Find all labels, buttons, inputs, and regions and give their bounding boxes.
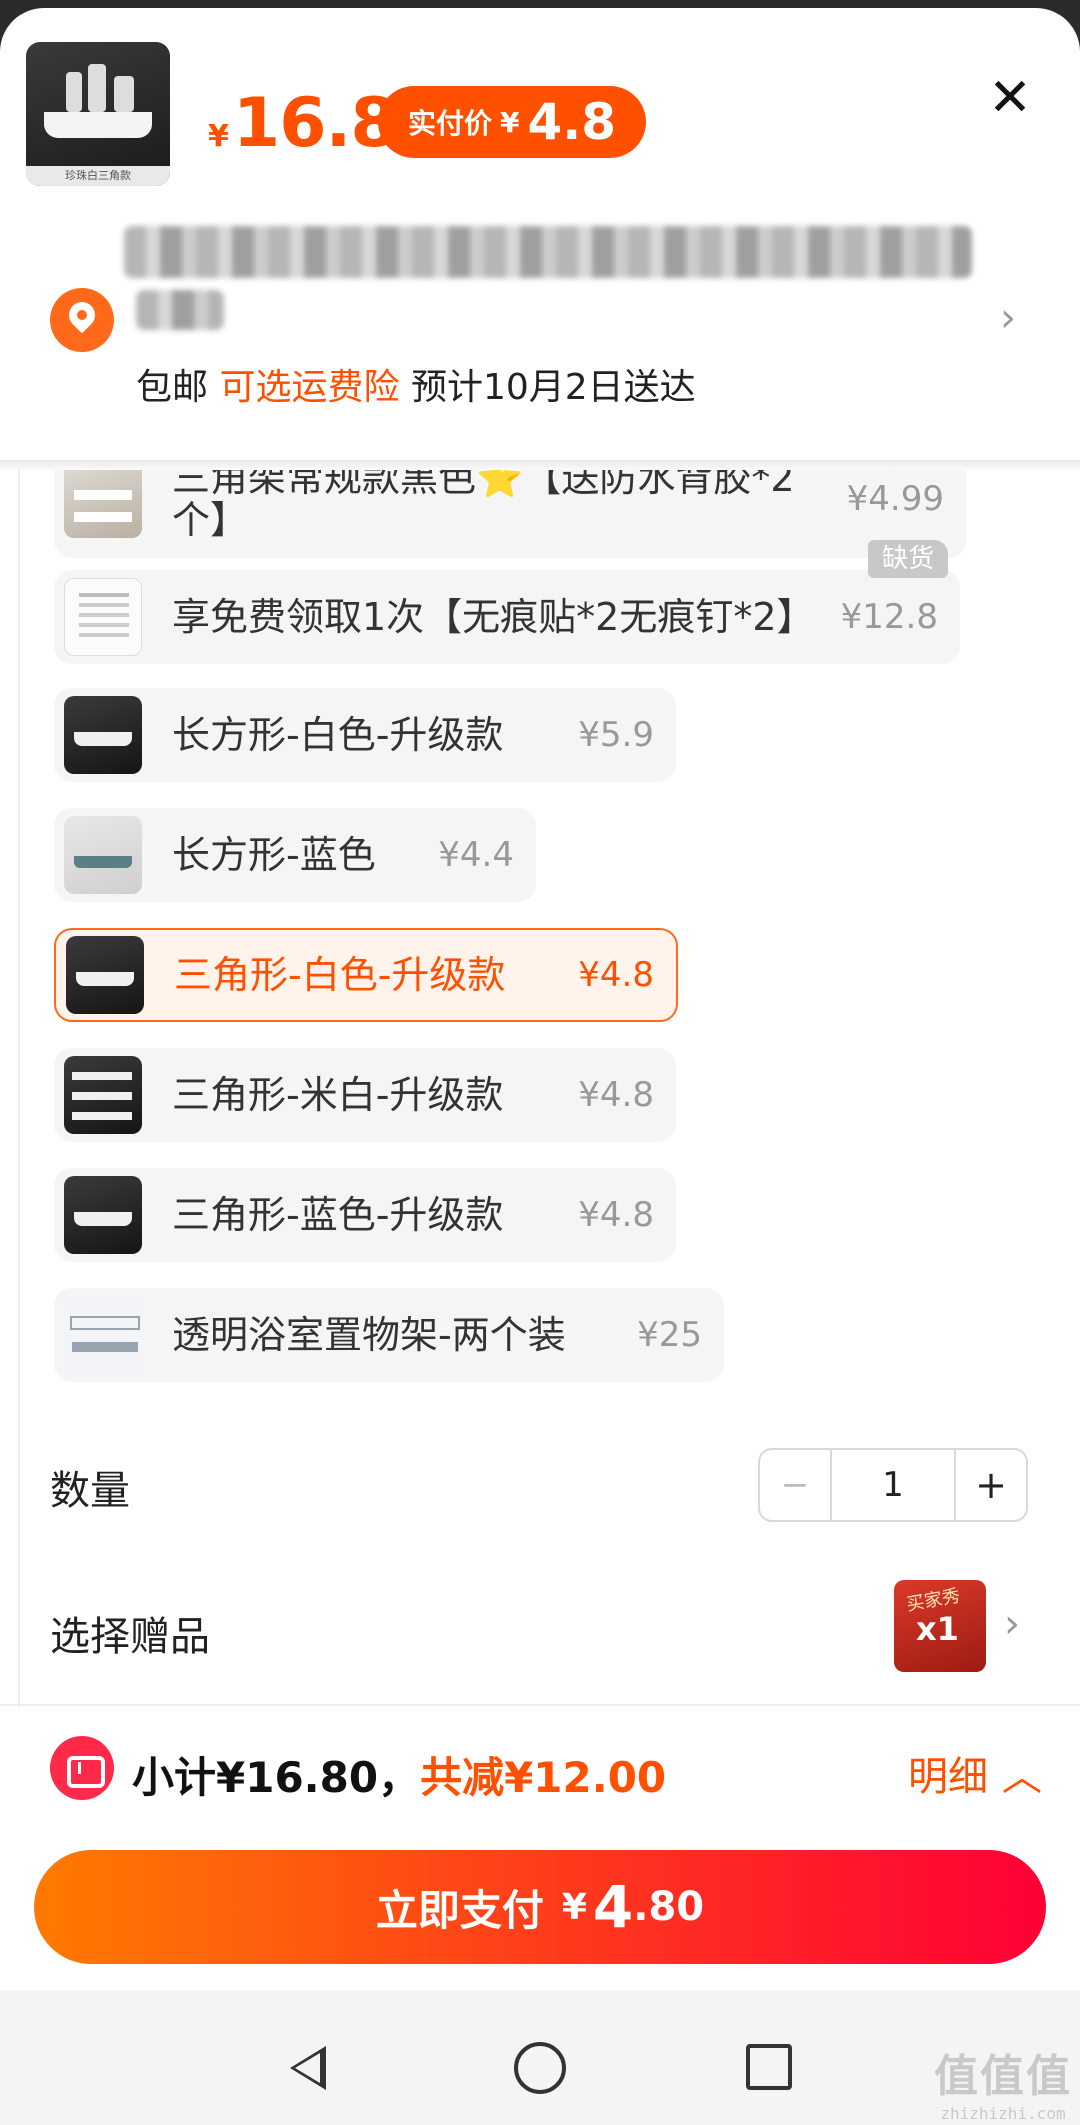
close-icon[interactable]: ✕ bbox=[980, 68, 1040, 128]
sku-thumbnail bbox=[64, 470, 142, 538]
detail-label: 明细 bbox=[908, 1754, 988, 1800]
quantity-stepper: − 1 + bbox=[758, 1448, 1028, 1522]
sku-thumbnail bbox=[64, 816, 142, 894]
watermark: 值值值 zhizhizhi.com bbox=[928, 2040, 1078, 2123]
sku-price: ¥4.8 bbox=[578, 955, 654, 995]
pay-button-label: 立即支付 bbox=[375, 1885, 544, 1935]
sku-name: 三角架常规款黑色⭐【送防水背胶*2个】 bbox=[172, 470, 795, 542]
out-of-stock-badge: 缺货 bbox=[868, 540, 949, 578]
sku-option[interactable]: 三角架常规款黑色⭐【送防水背胶*2个】 ¥4.99 bbox=[54, 470, 966, 558]
sku-price: ¥4.8 bbox=[578, 1075, 654, 1115]
location-pin-icon bbox=[50, 288, 114, 352]
sku-option[interactable]: 长方形-白色-升级款 ¥5.9 bbox=[54, 688, 676, 782]
sku-option[interactable]: 长方形-蓝色 ¥4.4 bbox=[54, 808, 536, 902]
pay-button-amount-int: 4 bbox=[592, 1873, 634, 1941]
discount-amount: 共减¥12.00 bbox=[420, 1753, 667, 1802]
sku-option-selected[interactable]: 三角形-白色-升级款 ¥4.8 bbox=[54, 928, 678, 1022]
actual-price-label: 实付价 bbox=[408, 107, 493, 140]
sku-thumbnail bbox=[64, 1296, 142, 1374]
thumbnail-caption: 珍珠白三角款 bbox=[65, 169, 131, 182]
sku-thumbnail bbox=[64, 578, 142, 656]
sku-name: 三角形-白色-升级款 bbox=[174, 953, 506, 997]
sku-list[interactable]: 三角架常规款黑色⭐【送防水背胶*2个】 ¥4.99 享免费领取1次【无痕贴*2无… bbox=[18, 470, 1080, 1708]
sku-name: 三角形-蓝色-升级款 bbox=[172, 1193, 504, 1237]
shipping-info: 包邮 可选运费险 预计10月2日送达 bbox=[136, 358, 696, 410]
increase-button[interactable]: + bbox=[954, 1450, 1026, 1520]
sku-name: 长方形-蓝色 bbox=[172, 833, 376, 877]
pay-button-currency: ¥ bbox=[561, 1886, 587, 1928]
sku-thumbnail bbox=[64, 1056, 142, 1134]
shipping-insurance-link[interactable]: 可选运费险 bbox=[219, 367, 399, 408]
sku-thumbnail bbox=[64, 1176, 142, 1254]
sku-price: ¥4.4 bbox=[438, 835, 514, 875]
subtotal-amount: 小计¥16.80， bbox=[132, 1753, 421, 1802]
quantity-input[interactable]: 1 bbox=[832, 1450, 954, 1520]
gift-thumbnail[interactable]: 买家秀 x1 bbox=[894, 1580, 986, 1672]
actual-price-currency: ¥ bbox=[500, 105, 520, 139]
recents-nav-icon[interactable] bbox=[746, 2044, 792, 2090]
back-nav-icon[interactable] bbox=[290, 2046, 326, 2090]
gift-chevron-icon[interactable]: › bbox=[1004, 1604, 1020, 1644]
sku-price: ¥5.9 bbox=[578, 715, 654, 755]
coupon-icon bbox=[50, 1736, 114, 1800]
sku-option[interactable]: 三角形-米白-升级款 ¥4.8 bbox=[54, 1048, 676, 1142]
watermark-logo: 值值值 bbox=[934, 2051, 1072, 2102]
free-shipping-label: 包邮 bbox=[136, 367, 209, 408]
product-thumbnail[interactable]: 珍珠白三角款 bbox=[26, 42, 170, 186]
sku-price: ¥4.8 bbox=[578, 1195, 654, 1235]
address-chevron-icon[interactable]: › bbox=[1000, 298, 1016, 338]
home-nav-icon[interactable] bbox=[514, 2042, 566, 2094]
pay-button-amount-dec: .80 bbox=[633, 1884, 705, 1930]
original-price: ¥ 16.8 bbox=[208, 84, 398, 163]
actual-price-value: 4.8 bbox=[527, 93, 617, 151]
sku-selector-sheet: 珍珠白三角款 ¥ 16.8 实付价 ¥ 4.8 ✕ › 包邮 可选运费险 预计1… bbox=[0, 8, 1080, 2125]
gift-thumbnail-count: x1 bbox=[916, 1610, 959, 1648]
sku-option[interactable]: 三角形-蓝色-升级款 ¥4.8 bbox=[54, 1168, 676, 1262]
actual-price-pill: 实付价 ¥ 4.8 bbox=[378, 86, 647, 158]
sku-name: 长方形-白色-升级款 bbox=[172, 713, 504, 757]
sku-thumbnail bbox=[66, 936, 144, 1014]
sku-option[interactable]: 透明浴室置物架-两个装 ¥25 bbox=[54, 1288, 724, 1382]
sku-price: ¥4.99 bbox=[846, 479, 944, 519]
pay-now-button[interactable]: 立即支付 ¥ 4 .80 bbox=[34, 1850, 1046, 1964]
chevron-up-icon: ︿ bbox=[1002, 1754, 1042, 1800]
subtotal-text: 小计¥16.80，共减¥12.00 bbox=[132, 1744, 666, 1805]
price-detail-toggle[interactable]: 明细 ︿ bbox=[908, 1744, 1042, 1802]
sku-name: 透明浴室置物架-两个装 bbox=[172, 1313, 566, 1357]
decrease-button[interactable]: − bbox=[760, 1450, 832, 1520]
gift-label[interactable]: 选择赠品 bbox=[50, 1604, 210, 1662]
price-currency: ¥ bbox=[208, 119, 229, 154]
delivery-eta: 预计10月2日送达 bbox=[410, 367, 696, 408]
footer-divider bbox=[0, 1704, 1080, 1706]
blurred-recipient-name bbox=[136, 290, 224, 330]
blurred-address-line bbox=[124, 226, 972, 278]
price-value: 16.8 bbox=[232, 84, 398, 163]
watermark-url: zhizhizhi.com bbox=[940, 2104, 1066, 2123]
quantity-label: 数量 bbox=[50, 1468, 130, 1514]
sku-name: 享免费领取1次【无痕贴*2无痕钉*2】 bbox=[172, 595, 815, 639]
sku-name: 三角形-米白-升级款 bbox=[172, 1073, 504, 1117]
sku-thumbnail bbox=[64, 696, 142, 774]
sku-price: ¥12.8 bbox=[840, 597, 938, 637]
sku-price: ¥25 bbox=[637, 1315, 702, 1355]
sku-option[interactable]: 享免费领取1次【无痕贴*2无痕钉*2】 ¥12.8 bbox=[54, 570, 960, 664]
